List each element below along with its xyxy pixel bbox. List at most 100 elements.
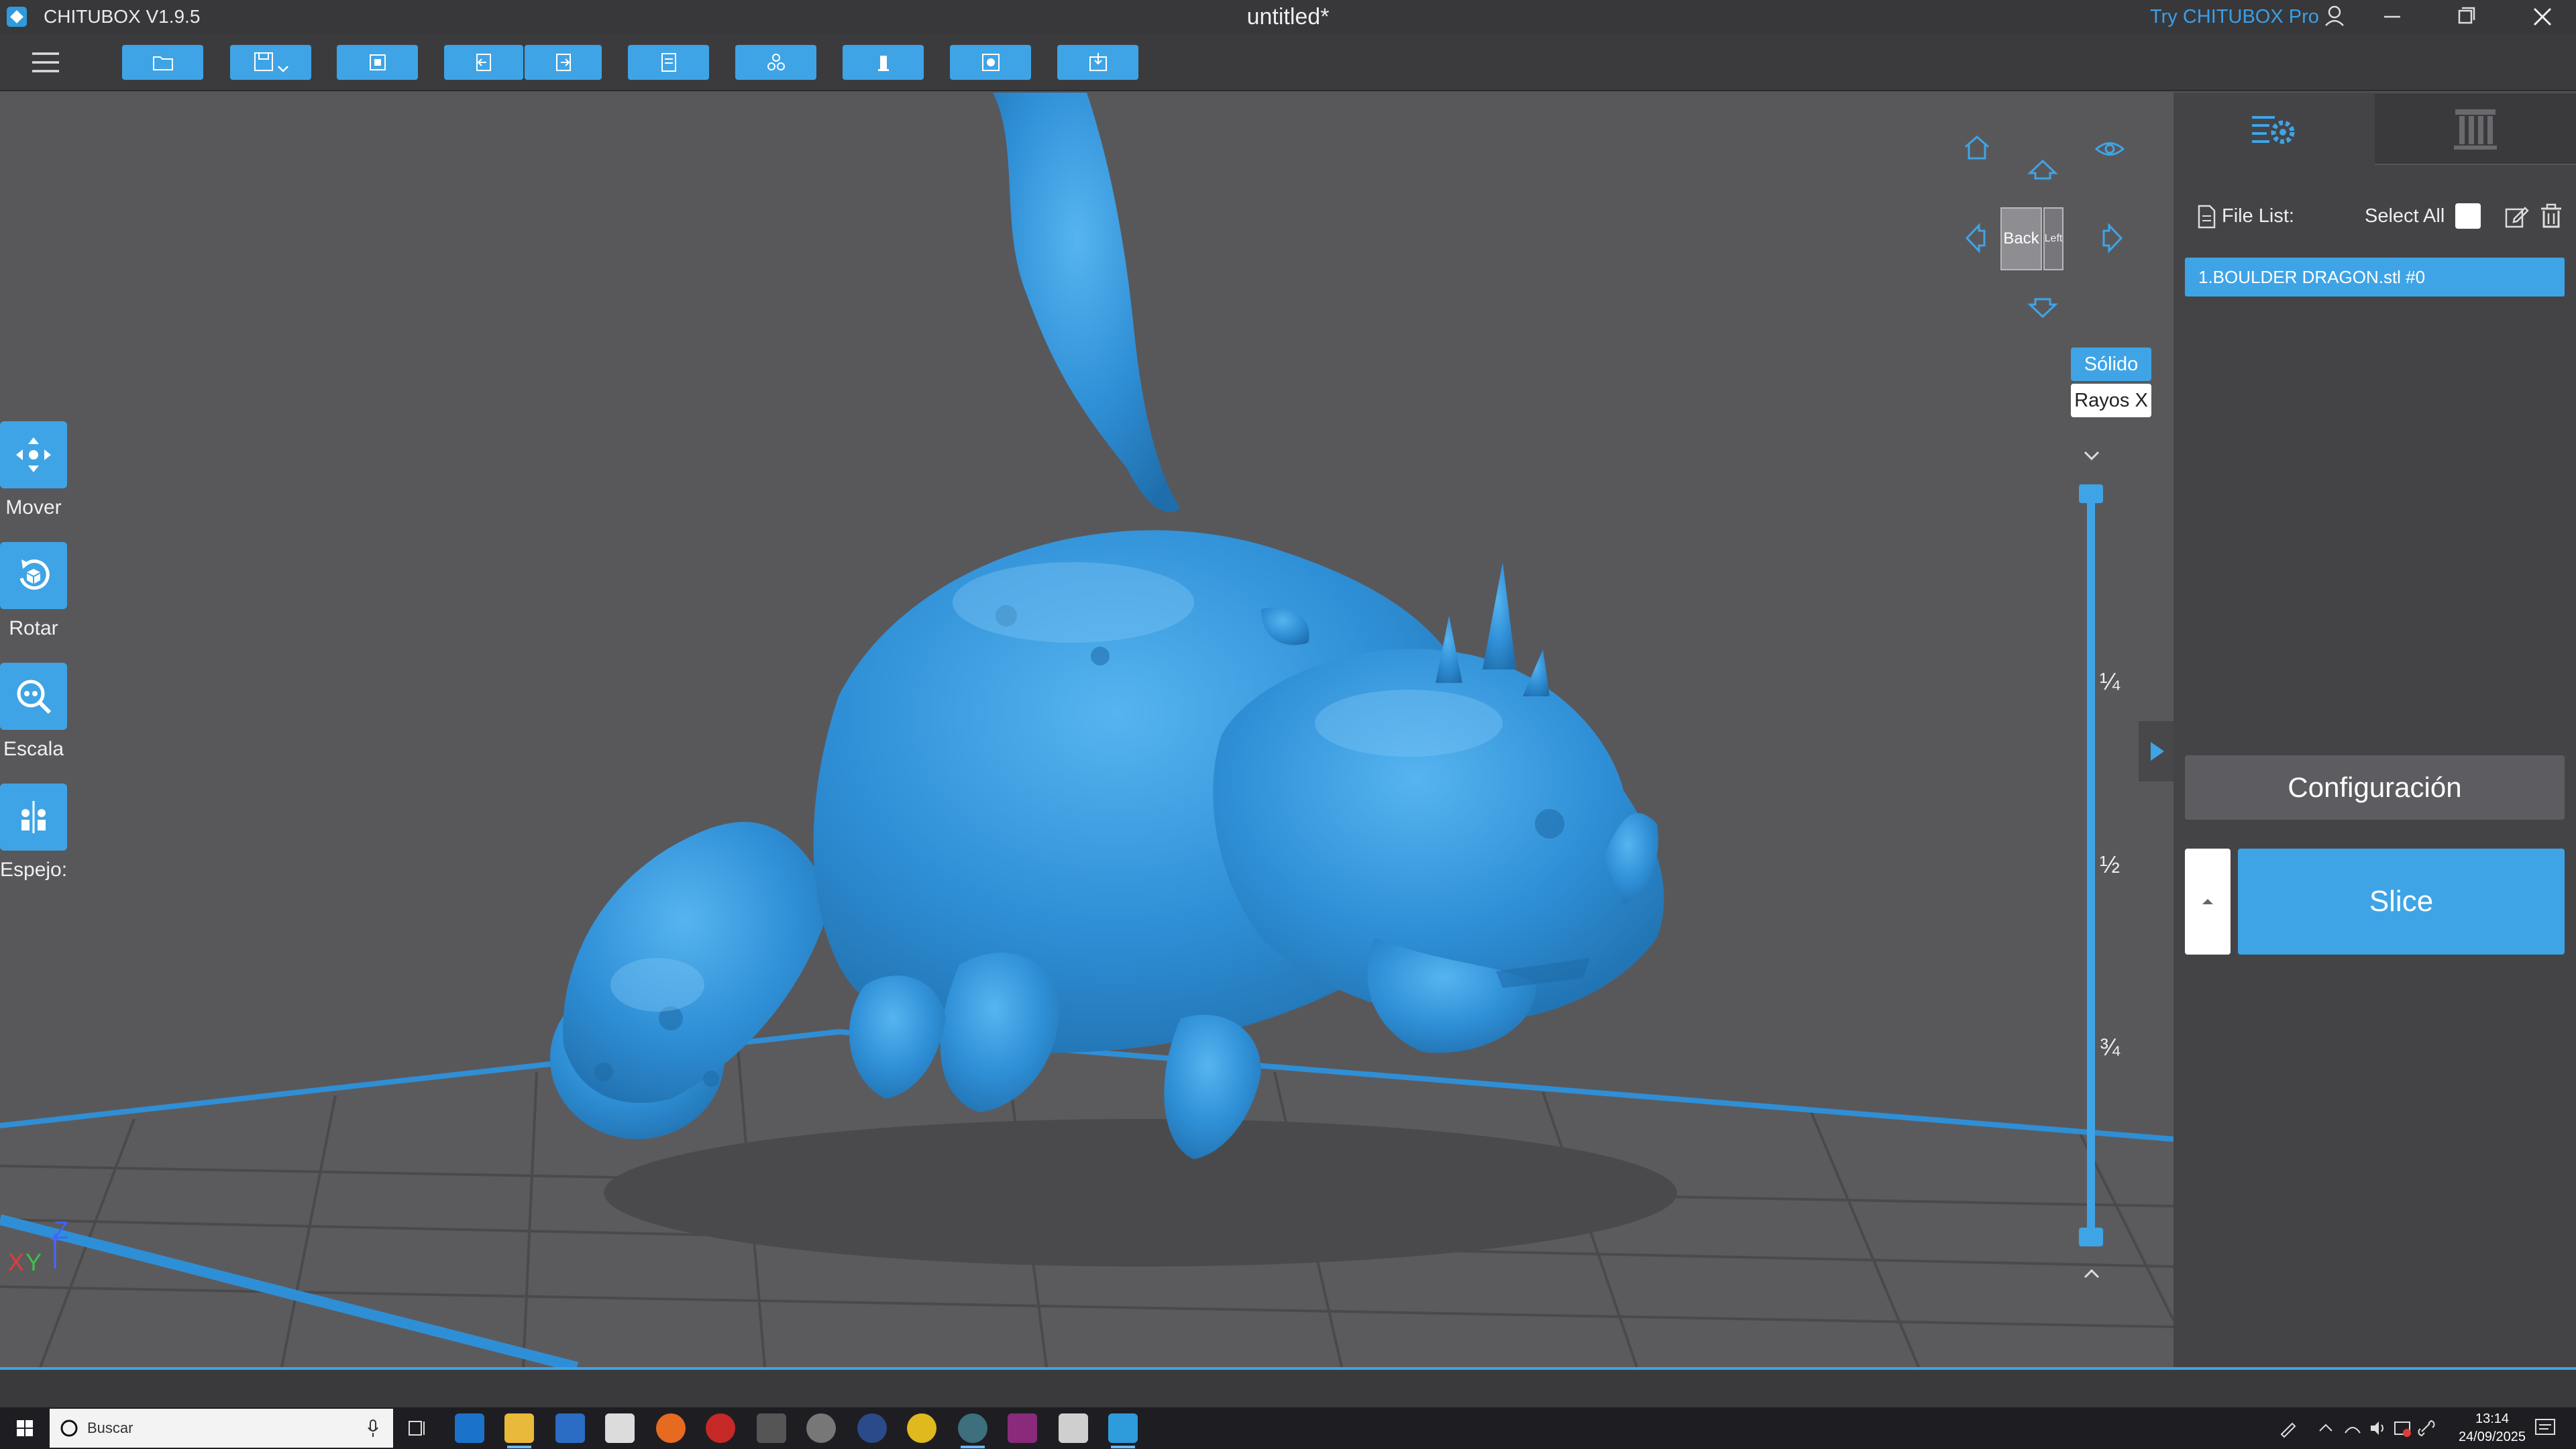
layer-mark-quarter: ¼ [2100, 667, 2121, 695]
clock-time[interactable]: 13:14 [2455, 1411, 2529, 1427]
hollow-button[interactable] [950, 45, 1031, 80]
user-account-icon[interactable] [2318, 0, 2351, 34]
move-tool[interactable]: Mover [0, 421, 67, 519]
clock-date[interactable]: 24/09/2025 [2445, 1430, 2539, 1445]
open-file-button[interactable] [122, 45, 203, 80]
configuration-button[interactable]: Configuración [2185, 755, 2565, 820]
slice-button[interactable]: Slice [2238, 849, 2565, 955]
save-disk-icon [254, 52, 273, 71]
app-logo-icon [7, 7, 27, 27]
view-down-arrow-icon[interactable] [2026, 294, 2059, 323]
mail-icon[interactable] [605, 1413, 635, 1443]
file-list-header: File List: Select All [2188, 200, 2564, 233]
title-bar: CHITUBOX V1.9.5 untitled* Try CHITUBOX P… [0, 0, 2576, 34]
store-icon[interactable] [555, 1413, 585, 1443]
scale-tool[interactable]: Escala [0, 663, 67, 761]
blender-app-icon[interactable] [857, 1413, 887, 1443]
edit-pencil-icon[interactable] [2504, 204, 2529, 229]
network-icon[interactable] [2343, 1418, 2363, 1438]
xray-mode-button[interactable]: Rayos X [2071, 384, 2151, 417]
chevron-down-icon[interactable] [275, 61, 291, 77]
support-pillar-icon [877, 56, 889, 71]
rotate-tool-label: Rotar [9, 617, 58, 639]
chrome-profile-icon[interactable] [958, 1413, 987, 1448]
move-tool-button[interactable] [0, 421, 67, 488]
firefox-icon[interactable] [656, 1413, 686, 1443]
notifications-icon[interactable] [2532, 1415, 2559, 1441]
layer-slider-top-handle[interactable] [2079, 484, 2103, 503]
layer-slider-collapse-icon[interactable] [2080, 445, 2104, 467]
rotate-tool[interactable]: Rotar [0, 542, 67, 640]
tray-chevron-up-icon[interactable] [2316, 1419, 2336, 1437]
scale-magnifier-icon [17, 680, 52, 714]
start-button[interactable] [0, 1407, 50, 1449]
layer-slider-bottom-handle[interactable] [2079, 1228, 2103, 1246]
file-explorer-icon[interactable] [504, 1413, 534, 1448]
home-view-icon[interactable] [1960, 131, 1994, 164]
dig-hole-button[interactable] [1057, 45, 1138, 80]
microphone-icon[interactable] [365, 1418, 381, 1438]
recorder-app-icon[interactable] [706, 1413, 735, 1443]
undo-icon [476, 54, 491, 71]
security-alert-icon[interactable] [2392, 1418, 2412, 1438]
tab-supports[interactable] [2375, 94, 2576, 165]
edge-browser-icon[interactable] [455, 1413, 484, 1443]
mirror-tool-button[interactable] [0, 784, 67, 851]
scale-tool-button[interactable] [0, 663, 67, 730]
layer-slider-expand-icon[interactable] [2080, 1263, 2104, 1284]
mirror-tool[interactable]: Espejo: [0, 784, 67, 881]
tab-model-settings[interactable] [2174, 94, 2373, 165]
save-button[interactable] [230, 45, 311, 80]
taskbar-search-box[interactable]: Buscar [50, 1409, 393, 1448]
status-bar [0, 1367, 2576, 1407]
task-view-icon[interactable] [402, 1413, 432, 1443]
slice-options-button[interactable] [2185, 849, 2231, 955]
volume-icon[interactable] [2368, 1418, 2388, 1438]
minimize-window-icon[interactable] [2361, 0, 2422, 34]
eye-visibility-icon[interactable] [2093, 132, 2127, 166]
document-title: untitled* [1246, 4, 1330, 30]
supports-button[interactable] [843, 45, 924, 80]
trash-delete-icon[interactable] [2538, 203, 2564, 229]
view-left-arrow-icon[interactable] [1960, 221, 1990, 255]
document-layout-icon [661, 53, 676, 72]
close-window-icon[interactable] [2509, 0, 2576, 34]
undo-button[interactable] [444, 45, 523, 80]
photos-icon[interactable] [1059, 1413, 1088, 1443]
select-all-label: Select All [2365, 205, 2445, 227]
folder-icon [152, 56, 173, 70]
nav-cube-back-face[interactable]: Back [2000, 207, 2042, 270]
auto-arrange-button[interactable] [735, 45, 816, 80]
people-app-icon[interactable] [806, 1413, 836, 1443]
right-panel: File List: Select All 1.BOULDER DRAGON.s… [2139, 93, 2576, 1367]
view-right-arrow-icon[interactable] [2098, 221, 2128, 255]
solid-mode-button[interactable]: Sólido [2071, 347, 2151, 381]
mirror-tool-label: Espejo: [0, 859, 68, 881]
3d-viewport[interactable]: Z X Y [0, 93, 2174, 1367]
redo-button[interactable] [525, 45, 602, 80]
panel-collapse-button[interactable] [2139, 721, 2174, 782]
axis-y-label: Y [25, 1248, 42, 1276]
layer-mark-three-quarters: ¾ [2100, 1033, 2121, 1061]
hamburger-menu-icon[interactable] [27, 47, 67, 78]
select-all-checkbox[interactable] [2455, 203, 2481, 229]
chrome-icon[interactable] [907, 1413, 936, 1443]
restore-window-icon[interactable] [2435, 0, 2496, 34]
view-up-arrow-icon[interactable] [2026, 154, 2059, 184]
move-tool-label: Mover [5, 496, 62, 519]
layer-slider-track[interactable] [2087, 493, 2095, 1238]
chitubox-taskbar-icon[interactable] [1108, 1413, 1138, 1448]
app-name: CHITUBOX V1.9.5 [44, 6, 201, 27]
select-frame-button[interactable] [337, 45, 418, 80]
layout-button[interactable] [628, 45, 709, 80]
file-list-item[interactable]: 1.BOULDER DRAGON.stl #0 [2185, 258, 2565, 297]
arrange-models-icon [767, 54, 785, 70]
cortana-ring-icon [60, 1419, 78, 1437]
k-app-icon[interactable] [757, 1413, 786, 1443]
try-pro-link[interactable]: Try CHITUBOX Pro [2150, 6, 2319, 28]
pen-workspace-icon[interactable] [2277, 1418, 2300, 1438]
nav-cube-left-face[interactable]: Left [2043, 207, 2063, 270]
rotate-tool-button[interactable] [0, 542, 67, 609]
link-icon[interactable] [2416, 1418, 2436, 1438]
winrar-icon[interactable] [1008, 1413, 1037, 1443]
